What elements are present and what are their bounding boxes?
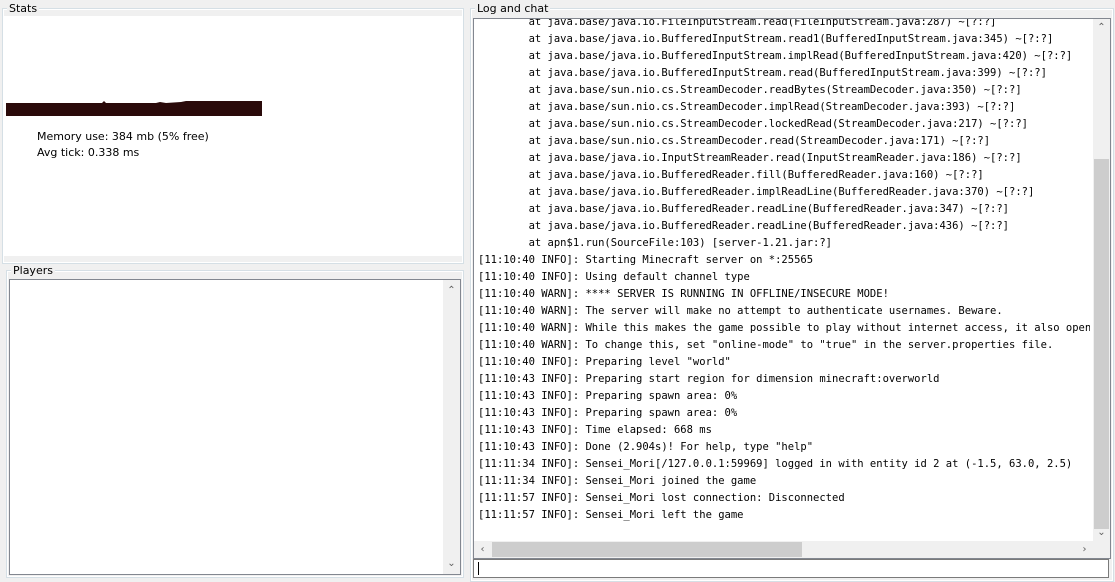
horizontal-scroll-thumb[interactable] [492, 542, 802, 557]
vertical-scroll-thumb[interactable] [1094, 159, 1109, 529]
log-line: at java.base/java.io.BufferedInputStream… [478, 33, 1054, 45]
log-line: [11:11:57 INFO]: Sensei_Mori left the ga… [478, 509, 744, 521]
log-line: [11:10:40 WARN]: While this makes the ga… [478, 322, 1090, 334]
scroll-up-icon[interactable]: ⌃ [1093, 19, 1110, 36]
log-line: at java.base/sun.nio.cs.StreamDecoder.re… [478, 135, 991, 147]
log-line: at java.base/sun.nio.cs.StreamDecoder.im… [478, 101, 1016, 113]
log-line: at java.base/sun.nio.cs.StreamDecoder.re… [478, 84, 1022, 96]
log-line: [11:11:34 INFO]: Sensei_Mori joined the … [478, 475, 757, 487]
memory-use-label: Memory use: 384 mb (5% free) [37, 130, 209, 143]
log-panel: Log and chat at java.base/java.io.FileIn… [470, 2, 1114, 582]
log-line: at java.base/java.io.FileInputStream.rea… [478, 18, 997, 28]
log-text-area[interactable]: at java.base/java.io.FileInputStream.rea… [473, 18, 1111, 559]
log-line: [11:10:40 INFO]: Preparing level "world" [478, 356, 731, 368]
avg-tick-label: Avg tick: 0.338 ms [37, 146, 140, 159]
scroll-down-icon[interactable]: ⌄ [443, 555, 460, 572]
scroll-up-icon[interactable]: ⌃ [443, 282, 460, 299]
log-line: [11:10:40 INFO]: Starting Minecraft serv… [478, 254, 814, 266]
stats-title: Stats [7, 2, 40, 15]
log-line: [11:10:40 WARN]: To change this, set "on… [478, 339, 1054, 351]
log-line: [11:10:43 INFO]: Preparing start region … [478, 373, 940, 385]
log-line: [11:10:43 INFO]: Preparing spawn area: 0… [478, 407, 738, 419]
log-line: [11:10:40 WARN]: The server will make no… [478, 305, 1003, 317]
players-vertical-scrollbar[interactable]: ⌃ ⌄ [443, 280, 460, 574]
scroll-right-icon[interactable]: › [1076, 541, 1093, 558]
players-panel: Players ⌃ ⌄ [6, 264, 464, 578]
scroll-left-icon[interactable]: ‹ [474, 541, 491, 558]
log-line: [11:10:43 INFO]: Done (2.904s)! For help… [478, 441, 814, 453]
stats-panel: Stats Memory use: 384 mb (5% free) Avg t… [2, 2, 464, 264]
log-line: [11:11:34 INFO]: Sensei_Mori[/127.0.0.1:… [478, 458, 1073, 470]
memory-graph [6, 101, 262, 116]
log-line: at java.base/java.io.BufferedReader.read… [478, 220, 1010, 232]
log-line: at java.base/java.io.BufferedReader.fill… [478, 169, 984, 181]
players-title: Players [11, 264, 55, 277]
log-line: [11:10:40 INFO]: Using default channel t… [478, 271, 750, 283]
text-caret [478, 562, 479, 575]
stats-area: Memory use: 384 mb (5% free) Avg tick: 0… [4, 16, 462, 256]
players-list[interactable]: ⌃ ⌄ [9, 279, 461, 575]
log-line: at apn$1.run(SourceFile:103) [server-1.2… [478, 237, 833, 249]
log-line: at java.base/java.io.BufferedReader.impl… [478, 186, 1035, 198]
log-line: at java.base/sun.nio.cs.StreamDecoder.lo… [478, 118, 1028, 130]
log-line: at java.base/java.io.BufferedInputStream… [478, 67, 1047, 79]
log-line: at java.base/java.io.BufferedInputStream… [478, 50, 1073, 62]
log-line: at java.base/java.io.InputStreamReader.r… [478, 152, 1022, 164]
scroll-down-icon[interactable]: ⌄ [1093, 524, 1110, 541]
log-vertical-scrollbar[interactable]: ⌃ ⌄ [1093, 19, 1110, 541]
log-lines: at java.base/java.io.FileInputStream.rea… [478, 18, 1090, 540]
log-line: [11:10:40 WARN]: **** SERVER IS RUNNING … [478, 288, 889, 300]
log-line: [11:10:43 INFO]: Preparing spawn area: 0… [478, 390, 738, 402]
log-line: at java.base/java.io.BufferedReader.read… [478, 203, 1010, 215]
log-line: [11:10:43 INFO]: Time elapsed: 668 ms [478, 424, 712, 436]
log-line: [11:11:57 INFO]: Sensei_Mori lost connec… [478, 492, 845, 504]
scroll-corner [1093, 541, 1110, 558]
chat-input[interactable] [473, 559, 1109, 578]
log-horizontal-scrollbar[interactable]: ‹ › [474, 541, 1093, 558]
log-title: Log and chat [475, 2, 551, 15]
